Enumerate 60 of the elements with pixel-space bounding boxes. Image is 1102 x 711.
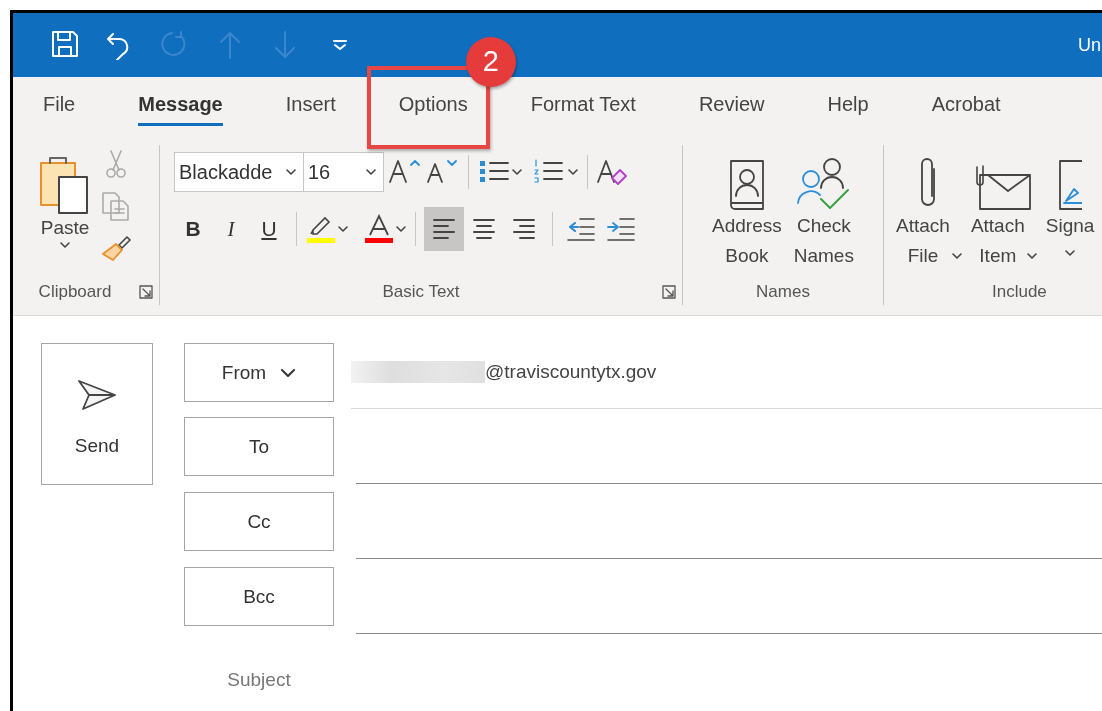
caret-icon: [511, 168, 523, 176]
italic-button[interactable]: I: [212, 208, 250, 250]
subject-label: Subject: [226, 668, 292, 692]
ribbon-tab[interactable]: Help: [827, 86, 869, 126]
recipient-button[interactable]: Cc: [184, 492, 334, 551]
ribbon-tab[interactable]: Insert: [285, 86, 336, 126]
attach-file-button[interactable]: Attach File: [892, 145, 967, 279]
underline-button[interactable]: U: [250, 208, 288, 250]
align-center-icon: [472, 216, 496, 242]
ribbon-tab[interactable]: Message: [138, 86, 223, 126]
brush-icon: [101, 233, 131, 263]
bullet-list-icon: [477, 159, 511, 185]
caret-icon: [59, 241, 71, 249]
window-title: Un: [1078, 34, 1102, 56]
eraser-letter-icon: [596, 158, 628, 186]
ribbon-tab[interactable]: Format Text: [530, 86, 636, 126]
shrink-font-icon: [426, 158, 460, 186]
attach-item-button[interactable]: Attach Item: [966, 145, 1042, 279]
grow-font-icon: [388, 158, 422, 186]
ribbon-tab[interactable]: Acrobat: [931, 86, 1001, 126]
address-book-button[interactable]: Address Book: [708, 145, 786, 279]
align-left-icon: [432, 216, 456, 242]
dialog-launcher-icon: [139, 285, 153, 299]
ribbon-tab[interactable]: Review: [698, 86, 765, 126]
copy-icon: [101, 191, 131, 221]
ribbon-tab[interactable]: Options: [398, 86, 468, 126]
decrease-indent-icon: [566, 216, 596, 242]
chevron-down-icon: [280, 367, 297, 378]
recipient-button[interactable]: Bcc: [184, 567, 334, 626]
scissors-icon: [105, 149, 127, 179]
highlighter-icon: [305, 214, 337, 244]
signature-button[interactable]: Signa: [1041, 145, 1099, 279]
caret-icon: [395, 225, 407, 233]
font-size-field[interactable]: 16: [304, 152, 384, 192]
dropdown-caret-icon: [365, 168, 377, 176]
from-field[interactable]: @traviscountytx.gov: [351, 343, 1102, 409]
ribbon-tab[interactable]: File: [43, 86, 76, 126]
font-name-field[interactable]: Blackadde: [174, 152, 304, 192]
font-color-icon: [363, 214, 395, 244]
send-button[interactable]: Send: [41, 343, 153, 485]
save-icon: [50, 30, 80, 60]
save-icon-button[interactable]: [50, 30, 80, 60]
format-painter-button[interactable]: [101, 233, 131, 263]
caret-icon: [567, 168, 579, 176]
align-left-button[interactable]: [424, 207, 464, 251]
align-right-icon: [512, 216, 536, 242]
increase-indent-icon: [606, 216, 636, 242]
paste-button[interactable]: Paste: [33, 145, 97, 279]
group-label: Clipboard: [38, 282, 112, 302]
dialog-launcher-icon: [662, 285, 676, 299]
recipient-button[interactable]: To: [184, 417, 334, 476]
dropdown-caret-icon: [285, 168, 297, 176]
document-pen-icon: [1058, 159, 1083, 211]
from-button[interactable]: From: [184, 343, 334, 402]
bold-button[interactable]: B: [174, 208, 212, 250]
caret-icon: [337, 225, 349, 233]
group-label: Include: [992, 282, 1047, 302]
group-label: Basic Text: [382, 282, 460, 302]
check-names-button[interactable]: Check Names: [789, 145, 858, 279]
group-label: Names: [756, 282, 810, 302]
